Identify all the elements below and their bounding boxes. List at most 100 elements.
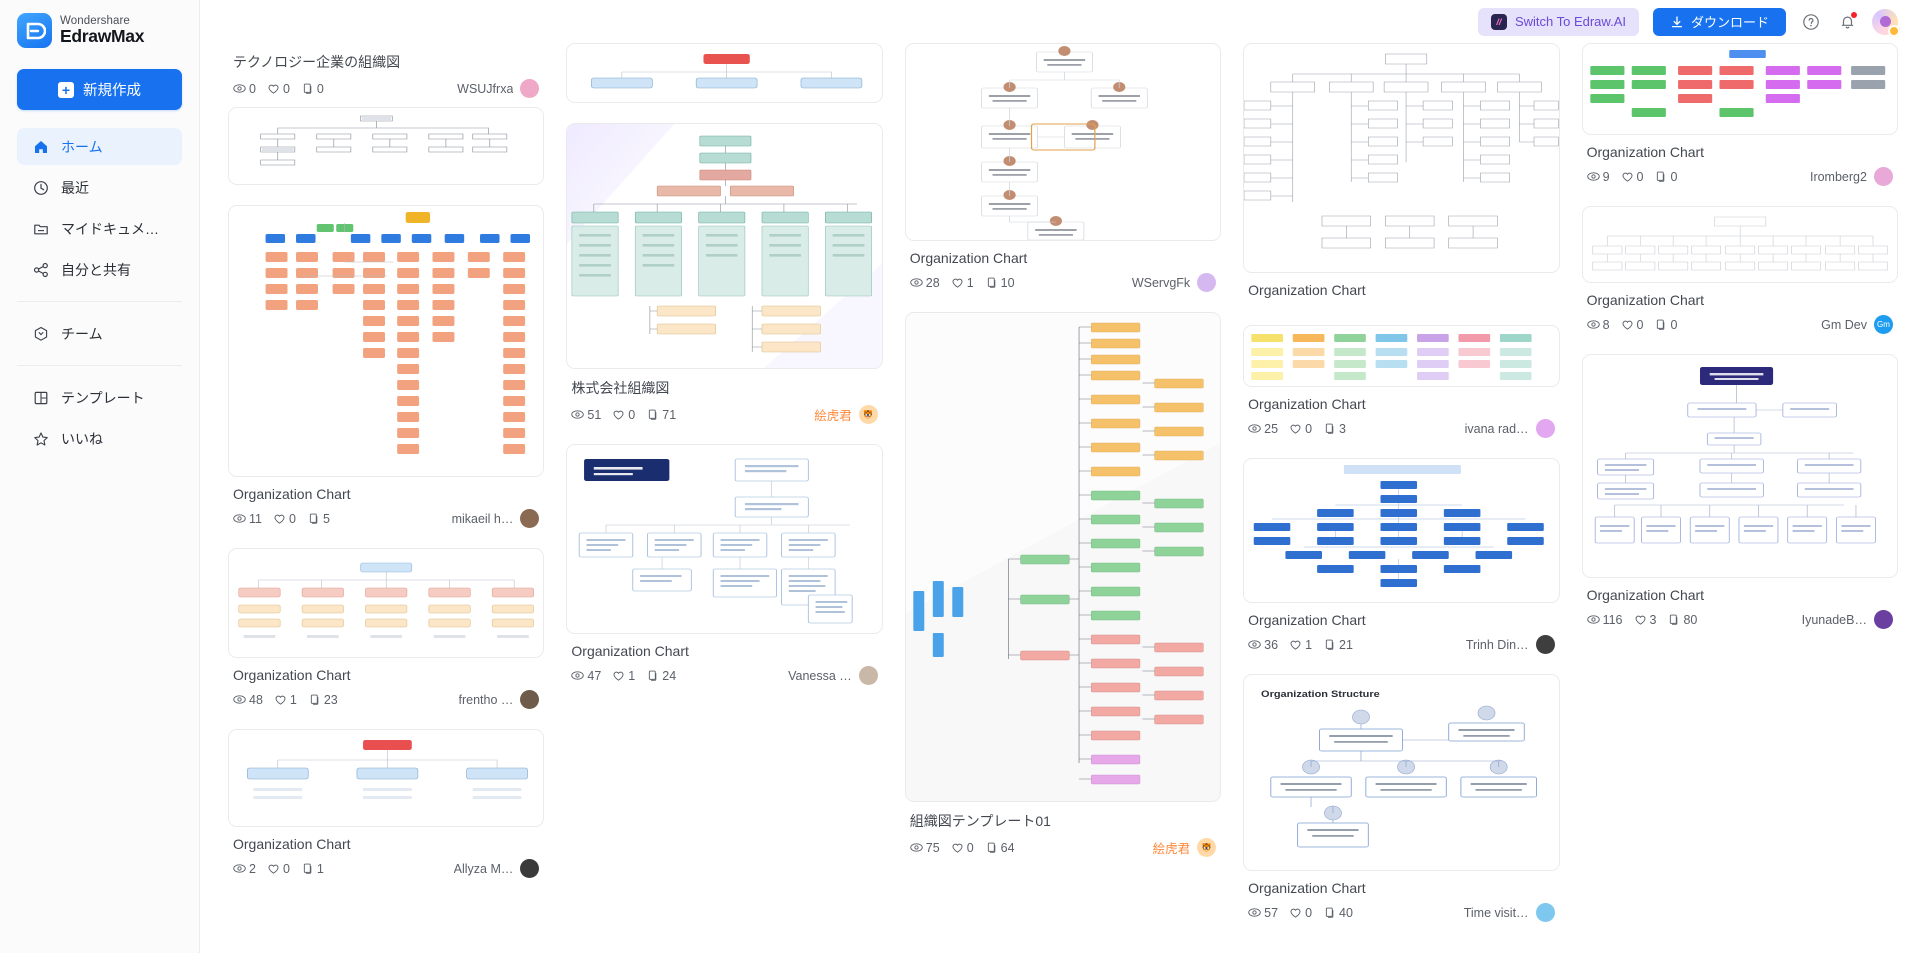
edraw-ai-icon: //: [1490, 13, 1507, 30]
card-author-name: Trinh Din…: [1465, 637, 1529, 652]
question-circle-icon[interactable]: [1800, 11, 1822, 33]
stat-views: 8: [1586, 317, 1610, 332]
sidebar-item-my-documents[interactable]: マイドキュメ…: [17, 210, 182, 247]
new-document-button[interactable]: + 新規作成: [17, 69, 182, 110]
card-org-allyza[interactable]: Organization Chart 2 0 1 Allyza M…: [228, 729, 545, 878]
team-icon: [32, 325, 49, 342]
card-org-timevisit[interactable]: Organization Structure Organization Char…: [1243, 674, 1560, 922]
card-org-iyunade[interactable]: Organization Chart 116 3 80 IyunadeB…: [1581, 354, 1898, 629]
card-thumbnail[interactable]: [904, 43, 1222, 241]
stat-likes-value: 0: [282, 81, 290, 96]
stat-likes: 1: [274, 693, 297, 707]
avatar: [520, 690, 540, 709]
sidebar-item-likes[interactable]: いいね: [17, 420, 182, 457]
stat-copies: 1: [301, 862, 324, 876]
card-author[interactable]: ivana rad…: [1465, 419, 1555, 438]
stat-copies: 5: [307, 512, 330, 526]
card-author[interactable]: WSUJfrxa: [457, 79, 540, 98]
card-thumbnail[interactable]: [228, 205, 545, 477]
card-thumbnail[interactable]: [1243, 325, 1560, 387]
card-author[interactable]: frentho …: [459, 690, 540, 709]
template-grid: テクノロジー企業の組織図 0 0 0 WSUJfrxa Organization…: [200, 43, 1920, 953]
stat-views: 9: [1586, 170, 1610, 184]
stat-views-value: 36: [1264, 637, 1279, 652]
star-icon: [32, 430, 49, 447]
stat-views-value: 8: [1602, 317, 1610, 332]
sidebar-item-my-documents-label: マイドキュメ…: [61, 220, 159, 237]
card-author[interactable]: Trinh Din…: [1466, 635, 1555, 654]
card-author[interactable]: Gm Dev Gm: [1821, 315, 1893, 334]
card-org-gmdev[interactable]: Organization Chart 8 0 0 Gm Dev Gm: [1581, 206, 1898, 334]
card-meta: Organization Chart 48 1 23 frentho …: [228, 658, 544, 709]
card-techno-org[interactable]: テクノロジー企業の組織図 0 0 0 WSUJfrxa: [228, 43, 545, 185]
card-col1-bottom-partial[interactable]: [566, 43, 883, 103]
card-org-iromberg2[interactable]: Organization Chart 9 0 0 Iromberg2: [1581, 43, 1898, 186]
card-author[interactable]: Iromberg2: [1810, 167, 1893, 186]
card-thumbnail[interactable]: [1243, 43, 1560, 273]
card-thumbnail[interactable]: [1243, 458, 1560, 603]
sidebar-item-team[interactable]: チーム: [17, 315, 182, 352]
switch-to-edraw-ai-button[interactable]: // Switch To Edraw.AI: [1477, 7, 1639, 36]
avatar: [520, 859, 540, 878]
stat-likes: 1: [1289, 638, 1312, 652]
card-org-mikaeil[interactable]: Organization Chart 11 0 5 mikaeil h…: [228, 205, 545, 528]
stat-likes-value: 0: [1305, 421, 1313, 436]
card-author[interactable]: Time visit…: [1464, 903, 1555, 922]
card-thumbnail[interactable]: [566, 43, 883, 103]
card-title: 組織図テンプレート01: [909, 813, 1051, 829]
card-title: Organization Chart: [233, 486, 351, 502]
sidebar-item-templates-label: テンプレート: [61, 389, 145, 406]
card-org-frentho[interactable]: Organization Chart 48 1 23 frentho …: [228, 548, 545, 709]
stat-copies-value: 0: [1670, 169, 1678, 184]
card-author[interactable]: 絵虎君 🐯: [814, 405, 878, 424]
stat-copies-value: 1: [316, 861, 324, 876]
card-meta: Organization Chart 47 1 24 Vanessa …: [566, 634, 882, 685]
card-author[interactable]: IyunadeB…: [1802, 610, 1893, 629]
card-meta: Organization Chart 28 1 10 WServgFk: [905, 241, 1221, 292]
stat-views: 25: [1248, 422, 1278, 436]
sidebar-item-templates[interactable]: テンプレート: [17, 379, 182, 416]
sidebar-divider-1: [17, 301, 182, 302]
card-thumbnail[interactable]: [228, 107, 545, 185]
download-button[interactable]: ダウンロード: [1652, 7, 1786, 36]
card-author-name: Allyza M…: [453, 861, 514, 876]
card-author[interactable]: 絵虎君 🐯: [1153, 838, 1217, 857]
sidebar-item-recent[interactable]: 最近: [17, 169, 182, 206]
card-author[interactable]: mikaeil h…: [452, 509, 540, 528]
card-thumbnail[interactable]: [904, 312, 1222, 802]
user-avatar-icon[interactable]: [1872, 8, 1900, 37]
card-org-ivana[interactable]: Organization Chart 25 0 3 ivana rad…: [1243, 325, 1560, 438]
card-org-trinh[interactable]: Organization Chart 36 1 21 Trinh Din…: [1243, 458, 1560, 654]
card-thumbnail[interactable]: [1581, 206, 1898, 283]
bell-icon[interactable]: [1836, 11, 1858, 33]
card-stats: 11 0 5: [233, 512, 330, 526]
download-icon: [1670, 15, 1684, 29]
card-thumbnail[interactable]: [228, 548, 545, 658]
card-author[interactable]: Vanessa …: [788, 666, 878, 685]
card-title: Organization Chart: [1248, 880, 1366, 896]
avatar: [1873, 167, 1893, 186]
card-thumbnail[interactable]: [1581, 354, 1898, 578]
sidebar-item-shared-with-me[interactable]: 自分と共有: [17, 251, 182, 288]
card-org-template01[interactable]: 組織図テンプレート01 75 0 64 絵虎君 🐯: [904, 312, 1222, 857]
card-org-outline-tree[interactable]: Organization Chart: [1243, 43, 1560, 305]
card-org-vanessa[interactable]: Organization Chart 47 1 24 Vanessa …: [566, 444, 883, 685]
stat-likes: 0: [612, 408, 635, 422]
card-author[interactable]: WServgFk: [1132, 273, 1217, 292]
edraw-logo-icon: [17, 13, 52, 48]
sidebar-item-team-label: チーム: [61, 325, 103, 342]
clock-icon: [32, 179, 49, 196]
card-org-wservgfk[interactable]: Organization Chart 28 1 10 WServgFk: [904, 43, 1222, 292]
card-thumbnail[interactable]: [1581, 43, 1898, 135]
card-title: Organization Chart: [1248, 282, 1366, 298]
card-kabushiki-org[interactable]: 株式会社組織図 51 0 71 絵虎君 🐯: [566, 123, 883, 424]
card-thumbnail[interactable]: Organization Structure: [1243, 674, 1560, 871]
brand-logo-block[interactable]: Wondershare EdrawMax: [0, 0, 199, 48]
card-author[interactable]: Allyza M…: [454, 859, 540, 878]
card-thumbnail[interactable]: [566, 444, 883, 634]
card-title: Organization Chart: [233, 836, 351, 852]
card-thumbnail[interactable]: [228, 729, 545, 827]
card-thumbnail[interactable]: [566, 123, 883, 369]
sidebar-item-home[interactable]: ホーム: [17, 128, 182, 165]
card-author-name: Gm Dev: [1821, 317, 1867, 332]
